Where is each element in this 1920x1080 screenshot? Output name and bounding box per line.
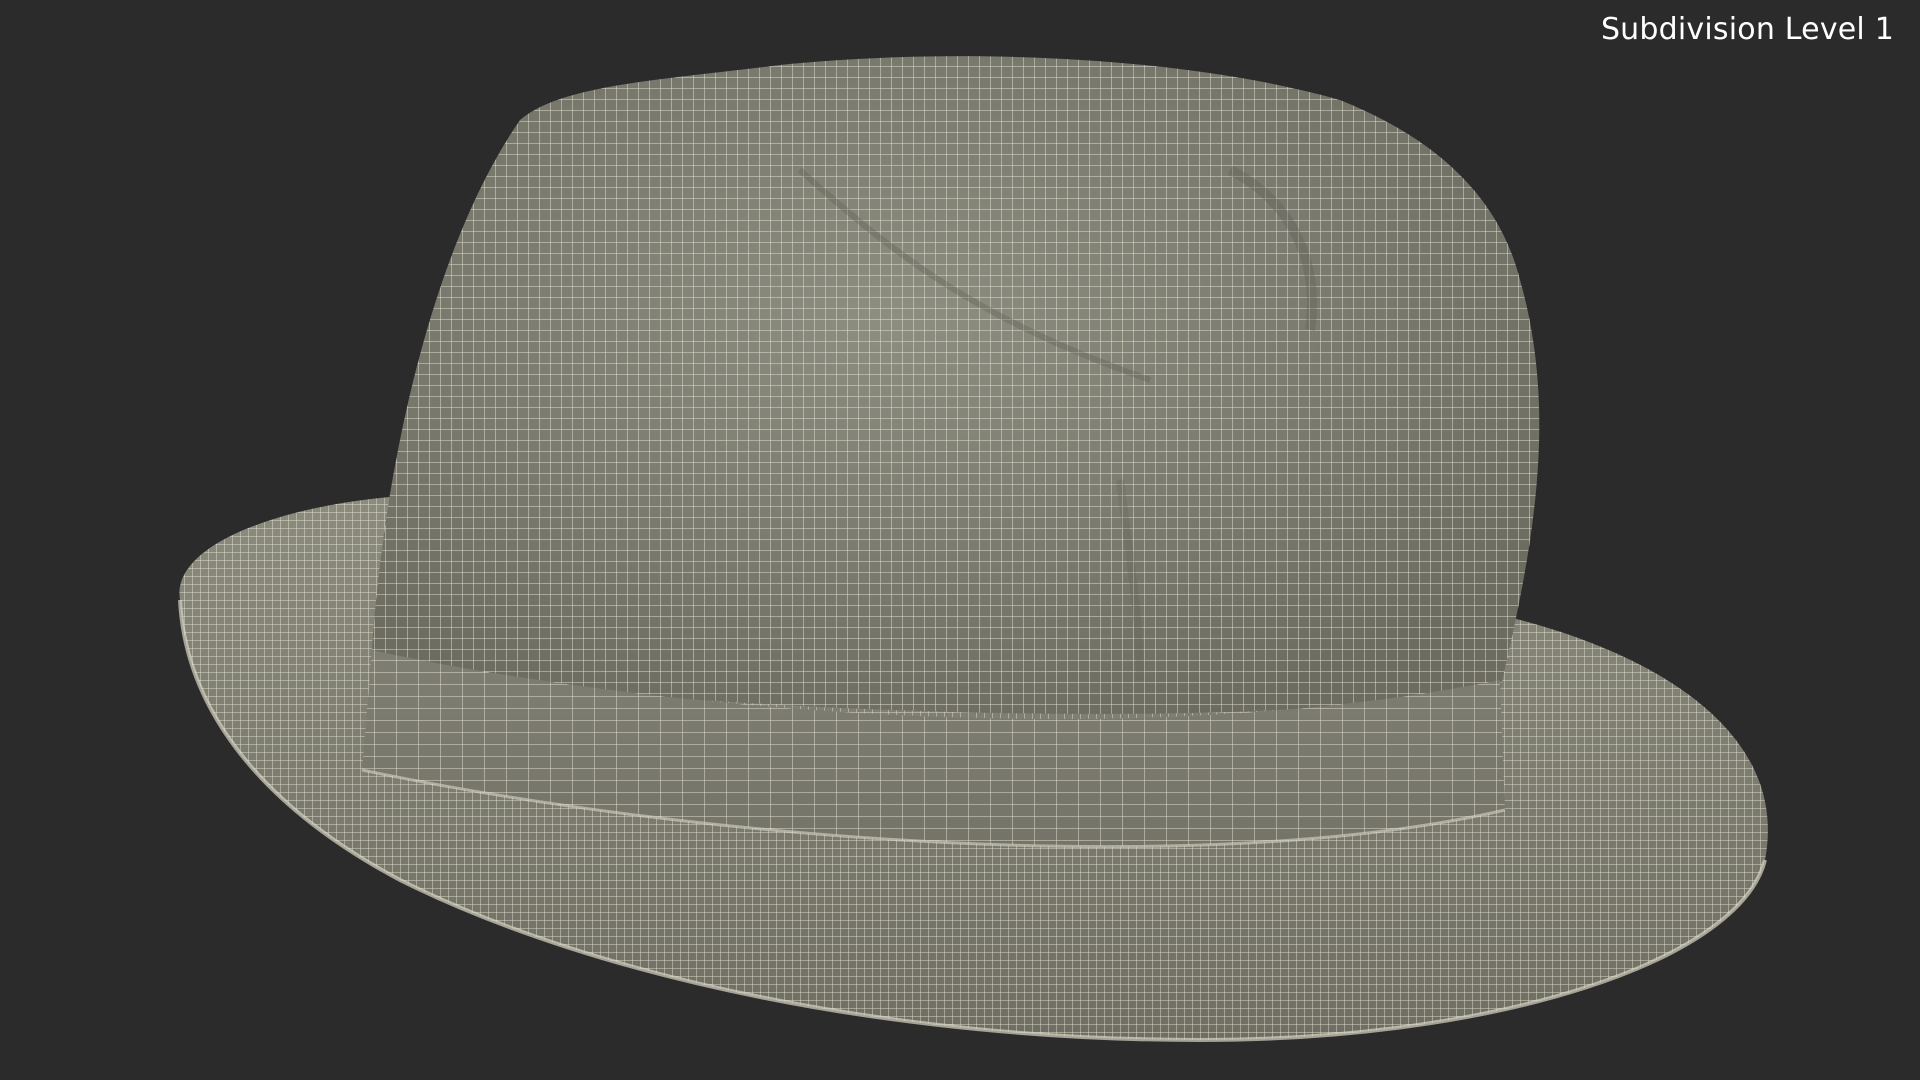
- subdivision-level-label: Subdivision Level 1: [1600, 12, 1894, 47]
- render-viewport: Subdivision Level 1: [0, 0, 1920, 1080]
- hat-wireframe-render: [178, 56, 1768, 1043]
- hat-crown: [370, 56, 1540, 714]
